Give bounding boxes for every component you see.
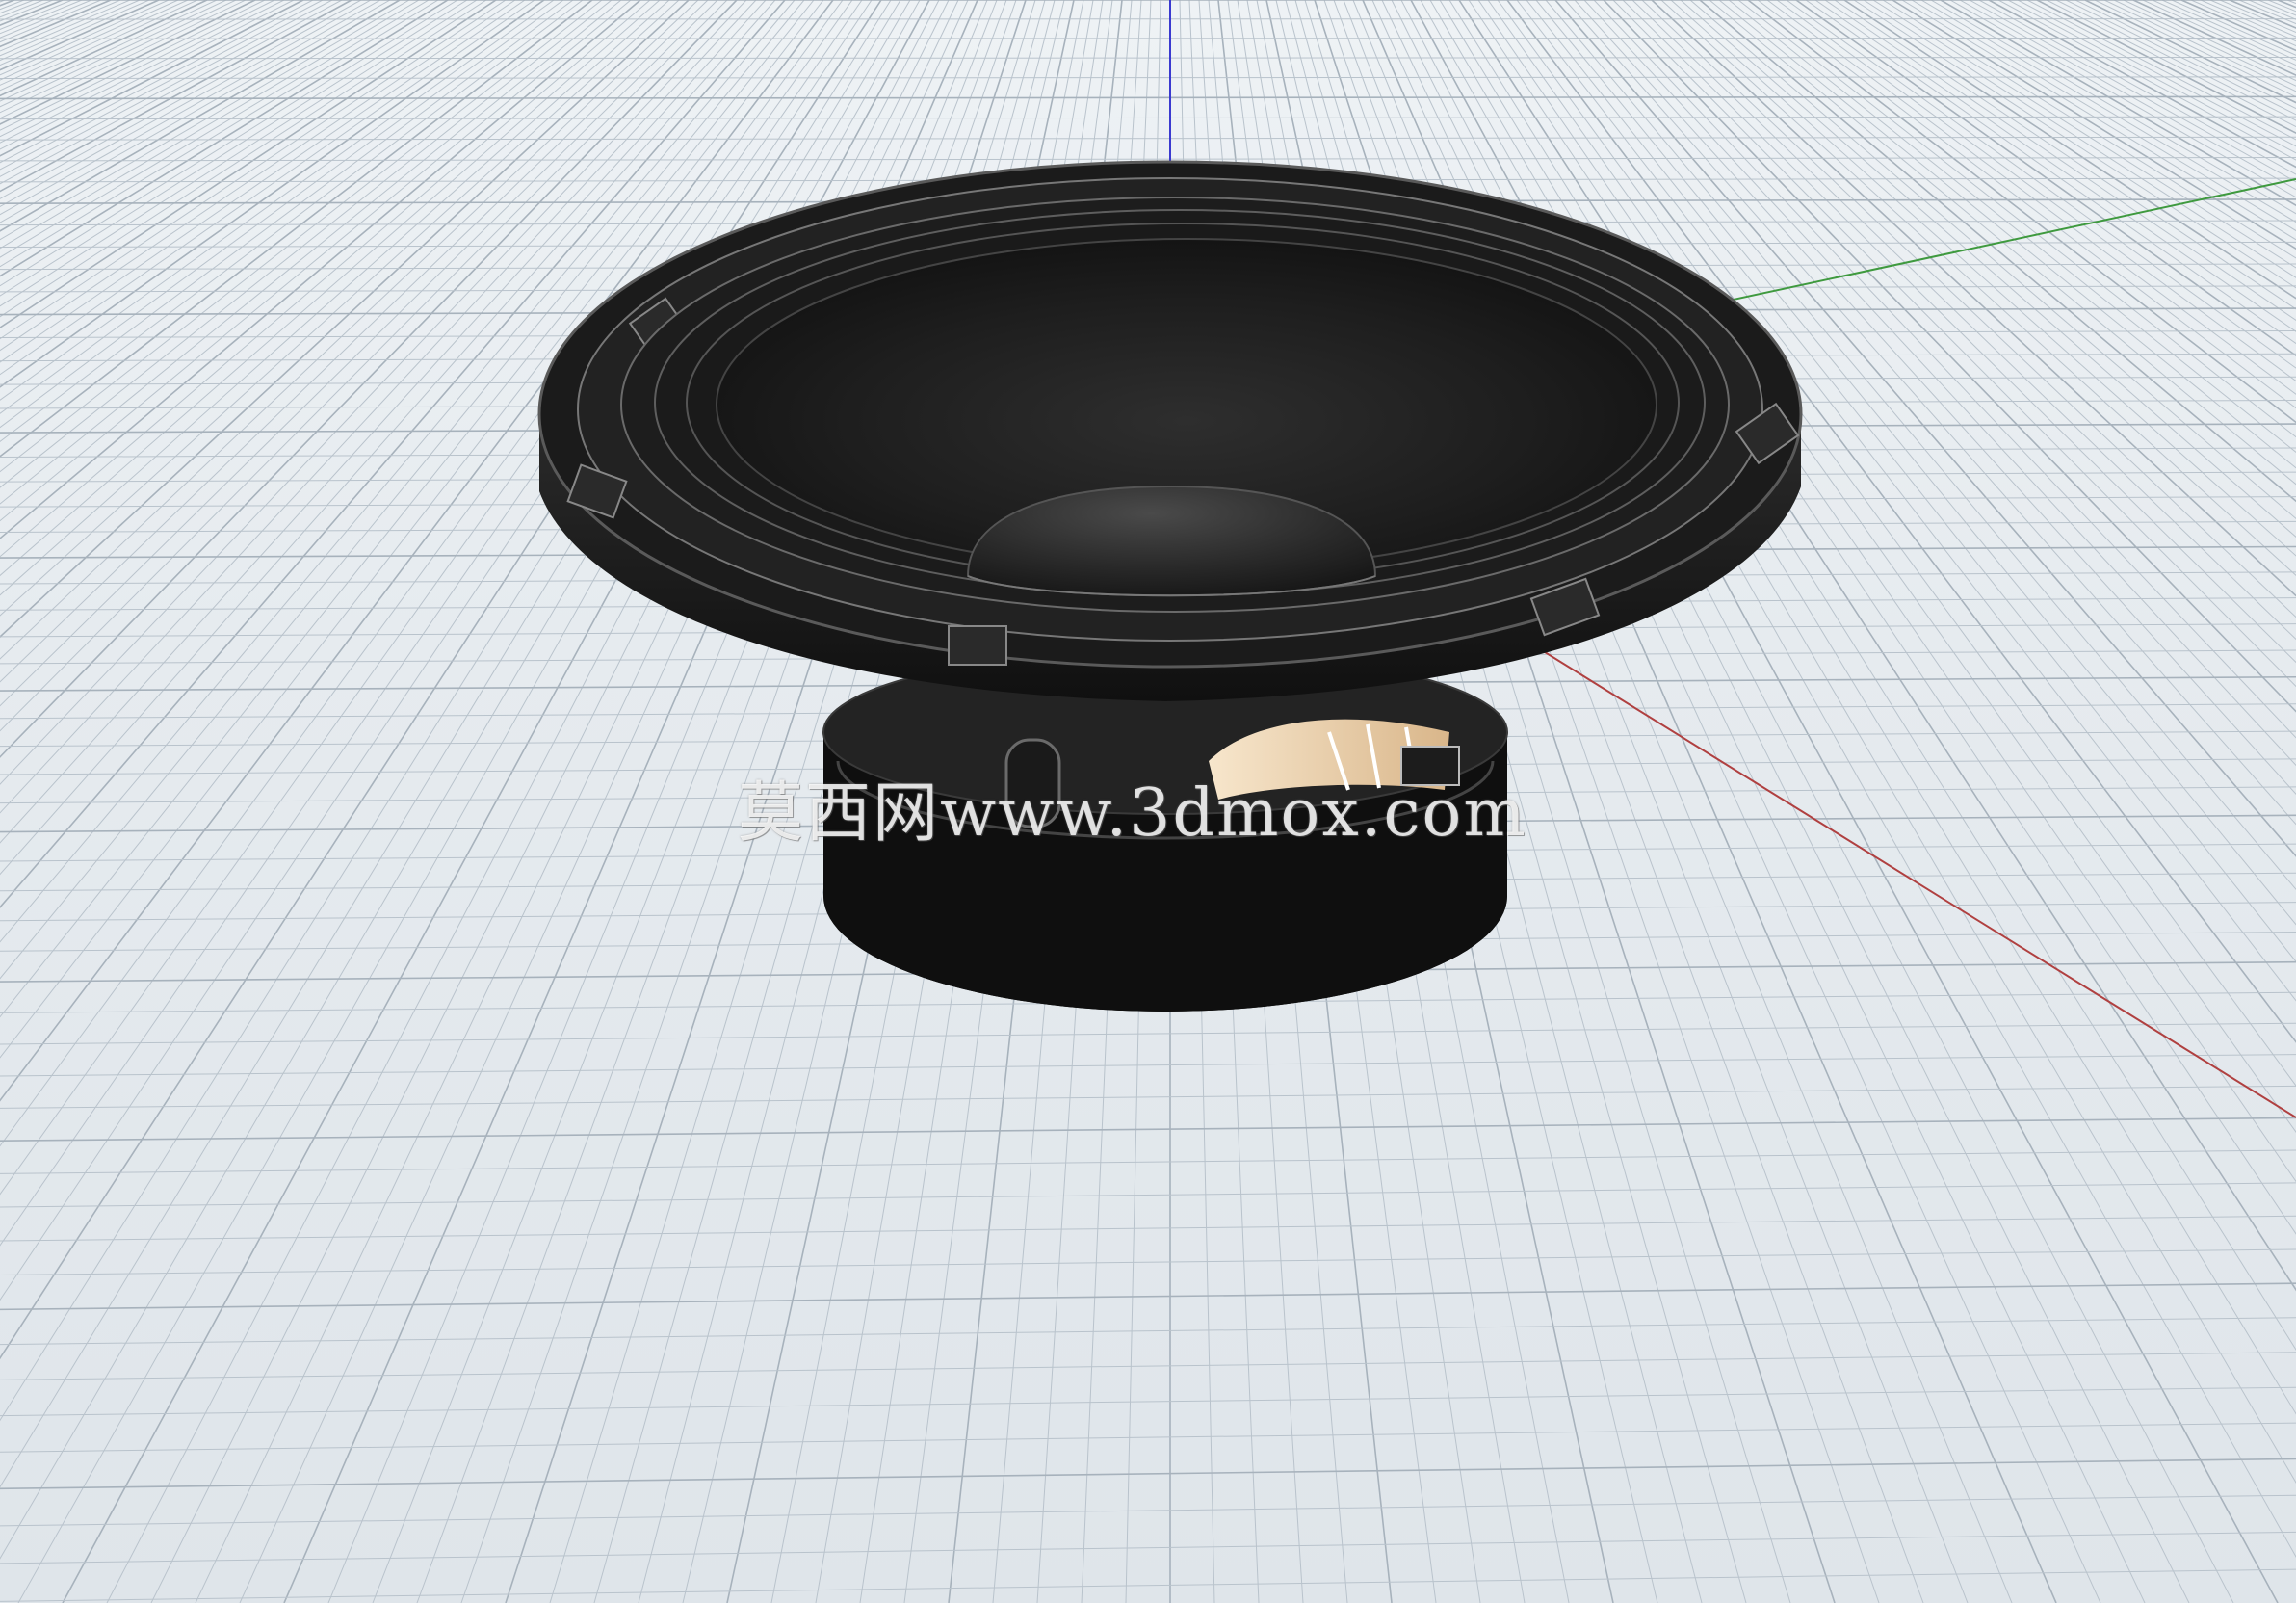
3d-viewport[interactable]: 莫西网www.3dmox.com (0, 0, 2296, 1603)
speaker-model[interactable] (537, 160, 1803, 1012)
watermark-text: 莫西网www.3dmox.com (738, 775, 1527, 852)
